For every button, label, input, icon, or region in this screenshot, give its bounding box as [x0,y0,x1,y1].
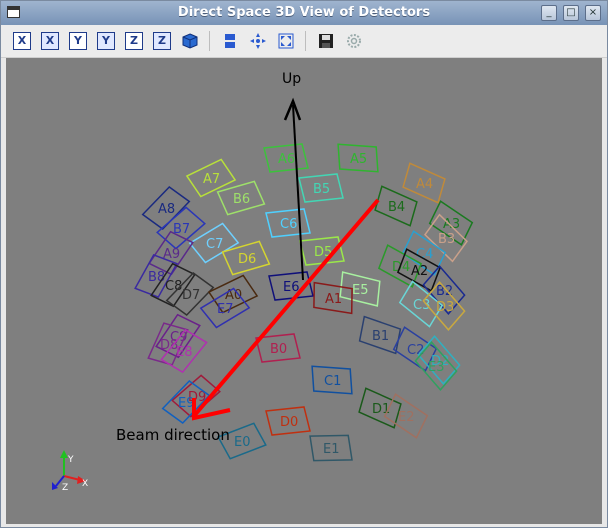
detector-panel[interactable]: E5 [339,271,381,307]
detector-label: C1 [324,374,341,389]
detector-label: A5 [350,152,367,167]
detector-panel[interactable]: A5 [337,143,379,173]
minimize-button[interactable]: _ [541,5,557,21]
detector-panel[interactable]: D0 [265,406,311,436]
up-label: Up [282,71,301,87]
detector-label: A2 [411,264,428,279]
detector-label: E3 [428,360,445,375]
detector-panel[interactable]: B6 [216,180,266,216]
maximize-button[interactable]: □ [563,5,579,21]
view-x-button[interactable]: X [13,32,31,50]
detector-label: C7 [206,237,223,252]
close-button[interactable]: × [585,5,601,21]
view-z-button[interactable]: Z [125,32,143,50]
detector-panel[interactable]: A6 [263,143,309,173]
detector-panel[interactable]: D5 [299,236,345,266]
detector-panel[interactable]: C6 [265,208,311,238]
detector-panel[interactable]: D1 [358,387,402,429]
detector-panel[interactable]: A7 [185,158,237,198]
detector-panel[interactable]: E2 [383,393,429,439]
detector-label: B1 [372,329,389,344]
detector-label: D7 [182,288,200,303]
title-bar[interactable]: Direct Space 3D View of Detectors _ □ × [1,1,607,25]
window-title: Direct Space 3D View of Detectors [177,5,431,20]
fit-to-window-icon[interactable] [277,32,295,50]
detector-label: E1 [323,442,340,457]
detector-label: E7 [217,302,234,317]
axis-triad: Y Z X [52,450,88,493]
settings-gear-icon[interactable] [345,32,363,50]
axis-z-label: Z [62,483,68,493]
detector-label: A8 [158,202,175,217]
detector-label: D0 [280,415,298,430]
view-y-button[interactable]: Y [69,32,87,50]
detector-label: E5 [352,283,369,298]
beam-label: Beam direction [116,426,230,444]
detector-label: B2 [436,284,453,299]
detector-panel[interactable]: C1 [311,365,353,395]
detector-label: B5 [313,182,330,197]
detector-label: E8 [176,345,193,360]
up-vector [292,104,304,281]
detector-label: D3 [436,300,454,315]
isometric-view-icon[interactable] [181,32,199,50]
detector-panel[interactable]: A4 [402,162,446,204]
detector-label: E2 [398,410,415,425]
detector-label: E0 [234,435,251,450]
detector-panel[interactable]: B4 [374,185,418,227]
pan-icon[interactable] [249,32,267,50]
detector-label: B6 [233,192,250,207]
detector-label: B4 [388,200,405,215]
axis-y-label: Y [67,455,74,465]
toolbar: X X Y Y Z Z [1,25,607,58]
view-neg-y-button[interactable]: Y [97,32,115,50]
save-icon[interactable] [317,32,335,50]
detector-label: A6 [278,152,295,167]
view-neg-x-button[interactable]: X [41,32,59,50]
detector-label: A4 [416,177,433,192]
3d-viewport[interactable]: A6 A5 A7 B6 B5 A4 B4 A8 B7 C6 A3 B3 C7 D5 C4 D6 A9 D4 A2 B8… [6,58,602,524]
detector-label: D6 [238,252,256,267]
detector-label: B0 [270,342,287,357]
detector-label: A3 [443,217,460,232]
detector-label: B3 [438,232,455,247]
detector-label: A1 [325,292,342,307]
detector-panel[interactable]: A9 [148,230,194,276]
detector-label: C6 [280,217,297,232]
view-neg-z-button[interactable]: Z [153,32,171,50]
detector-panel[interactable]: E1 [309,434,353,462]
app-window: Direct Space 3D View of Detectors _ □ × … [0,0,608,528]
detector-panel[interactable]: D6 [221,240,271,276]
axis-x-label: X [82,479,88,489]
detector-label: A7 [203,172,220,187]
detector-panel[interactable]: B5 [298,173,344,203]
split-view-icon[interactable] [221,32,239,50]
